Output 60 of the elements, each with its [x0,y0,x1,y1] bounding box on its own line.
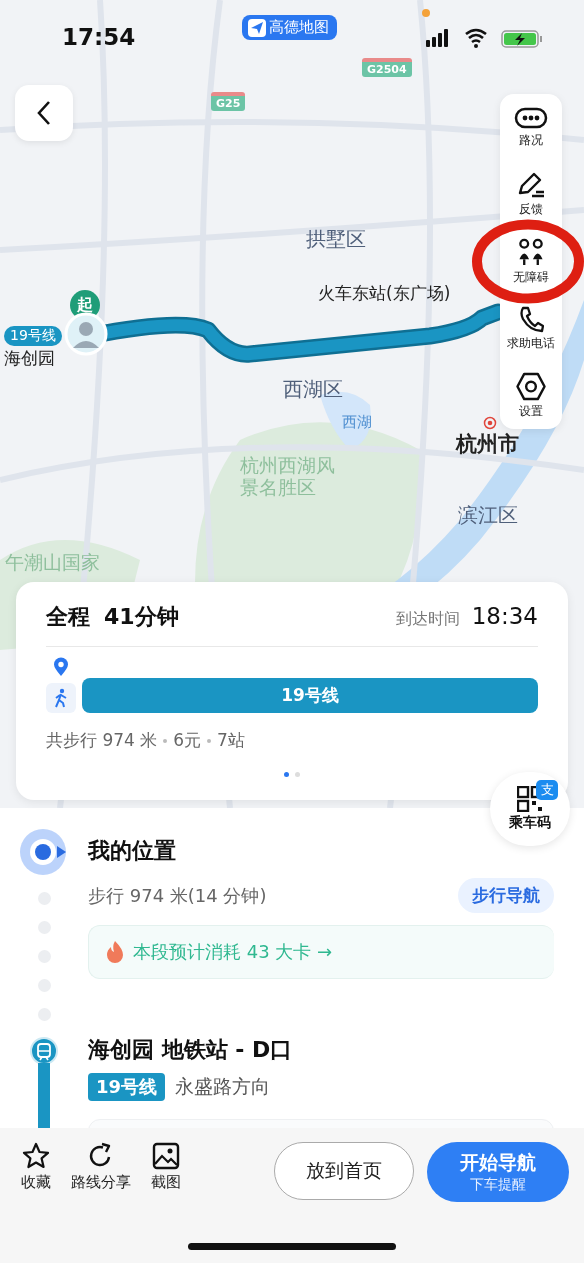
flame-icon [105,940,125,964]
image-icon [152,1142,180,1170]
app-badge[interactable]: 高德地图 [242,15,337,40]
line-badge: 19号线 [88,1073,166,1101]
summary-text: 7站 [217,729,245,752]
avatar-icon [64,312,108,356]
map-tool-button[interactable]: 反馈 [500,170,562,219]
map-tool-button[interactable]: 路况 [500,103,562,152]
metro-train-icon [30,1037,58,1065]
calorie-text: 本段预计消耗 43 大卡 → [133,940,333,964]
pencil-icon [516,171,546,199]
location-pin-icon [53,657,69,677]
metro-line-bar: 19号线 [82,678,538,713]
step-title: 我的位置 [88,837,177,865]
map-label: 西湖区 [283,378,343,401]
more-dots-icon [514,106,548,130]
direction-text: 永盛路方向 [175,1074,271,1099]
highway-shield: G25 [211,92,246,111]
map-label: 拱墅区 [306,228,366,251]
arrival-label: 到达时间 [395,609,460,630]
star-icon [22,1142,50,1170]
map-tool-button[interactable]: 求助电话 [500,304,562,353]
privacy-dot [422,9,430,17]
settings-icon [515,371,547,401]
map-tool-button[interactable]: 设置 [500,371,562,420]
pin-to-home-button[interactable]: 放到首页 [274,1142,414,1200]
paper-plane-icon [248,18,266,37]
map-label: 杭州西湖风景名胜区 [240,455,336,499]
duration: 41分钟 [104,603,179,631]
page-dot[interactable] [284,772,289,777]
toolbar-button[interactable]: 截图 [145,1142,187,1192]
summary-text: 共步行 974 米 [46,729,158,752]
back-button[interactable] [15,85,73,141]
toolbar-button[interactable]: 路线分享 [65,1142,137,1192]
map-label: 滨江区 [458,504,518,527]
payment-badge: 支 [536,780,558,800]
map-label: 海创园 [4,349,55,369]
step-title: 海创园 地铁站 - D口 [88,1036,294,1064]
walk-info: 步行 974 米(14 分钟) [88,883,267,908]
status-time: 17:54 [62,24,136,50]
total-label: 全程 [46,603,90,631]
city-marker-icon [483,416,497,430]
map-label: 杭州市 [456,432,519,457]
back-chevron-icon [36,100,52,126]
my-location-icon [19,828,69,876]
walking-person-icon [53,688,69,708]
map-label: 火车东站(东广场) [318,284,451,304]
phone-icon [518,305,544,333]
arrival-time: 18:34 [471,603,538,629]
page-dot[interactable] [295,772,300,777]
walk-navigation-button[interactable]: 步行导航 [458,878,554,913]
map-label: 西湖 [342,414,372,432]
route-line-label: 19号线 [4,326,62,346]
qr-code-icon [517,786,543,812]
start-navigation-button[interactable]: 开始导航 下车提醒 [427,1142,569,1202]
map-label: 午潮山国家 [5,552,101,574]
two-people-icon [516,237,546,267]
highway-shield: G2504 [362,58,412,77]
toolbar-button[interactable]: 收藏 [15,1142,57,1192]
summary-text: 6元 [173,729,202,752]
